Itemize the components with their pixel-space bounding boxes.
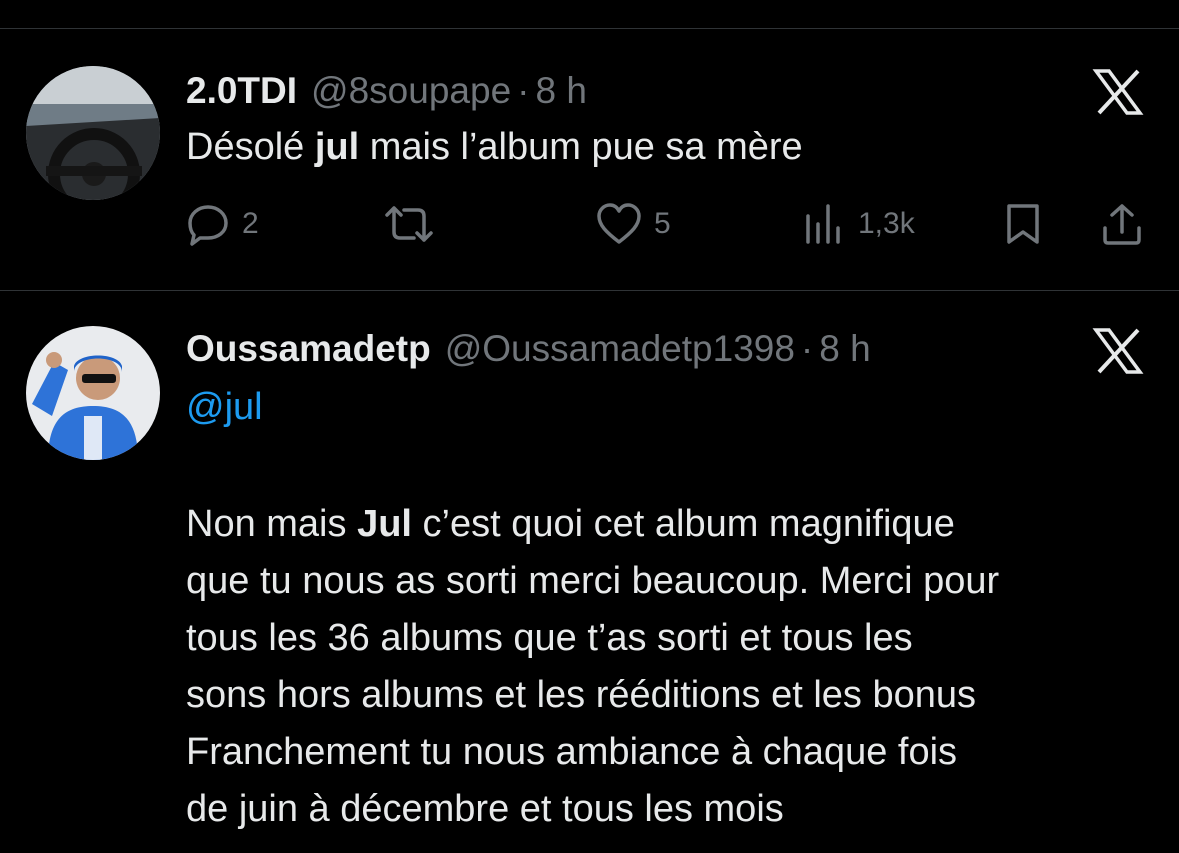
tweet-text-bold: jul [314, 126, 360, 168]
avatar[interactable] [26, 66, 160, 200]
reply-count: 2 [242, 207, 259, 240]
timeline: 2.0TDI @8soupape · 8 h Désolé jul mais l… [0, 0, 1179, 853]
retweet-icon [385, 206, 433, 242]
reply-icon [188, 205, 228, 246]
share-button[interactable] [1100, 202, 1144, 246]
tweet-text: Non mais Jul c’est quoi cet album magnif… [186, 496, 999, 838]
tweet-1[interactable]: 2.0TDI @8soupape · 8 h Désolé jul mais l… [0, 0, 1179, 290]
separator: · [800, 328, 814, 369]
user-handle[interactable]: @8soupape [311, 70, 511, 112]
mention-line: @jul [186, 379, 263, 436]
timestamp[interactable]: 8 h [819, 328, 870, 370]
text-line: de juin à décembre et tous les mois [186, 788, 784, 830]
like-count: 5 [654, 207, 671, 240]
heart-icon [597, 203, 641, 244]
text-line: que tu nous as sorti merci beaucoup. Mer… [186, 560, 1000, 602]
text-part: Non mais [186, 503, 358, 545]
tweet-header: Oussamadetp @Oussamadetp1398 · 8 h [186, 328, 871, 370]
text-line: Franchement tu nous ambiance à chaque fo… [186, 731, 958, 773]
x-logo-icon[interactable] [1092, 68, 1144, 116]
text-line: tous les 36 albums que t’as sorti et tou… [186, 617, 913, 659]
car-steering-wheel-photo-icon [26, 66, 160, 200]
views-chart-icon [806, 204, 840, 244]
tweet-2[interactable]: Oussamadetp @Oussamadetp1398 · 8 h @jul … [0, 291, 1179, 853]
avatar[interactable] [26, 326, 160, 460]
share-icon [1103, 204, 1141, 245]
user-handle[interactable]: @Oussamadetp1398 [445, 328, 795, 370]
tweet-actions: 2 5 1,3k [186, 200, 1146, 250]
views-count: 1,3k [858, 207, 915, 240]
bookmark-icon [1007, 204, 1039, 244]
bookmark-button[interactable] [1003, 202, 1043, 246]
timestamp[interactable]: 8 h [535, 70, 586, 112]
x-logo-icon[interactable] [1092, 327, 1144, 375]
retweet-button[interactable] [384, 202, 434, 246]
mention-link[interactable]: @jul [186, 386, 263, 428]
views-button[interactable]: 1,3k [804, 202, 915, 246]
reply-button[interactable]: 2 [186, 202, 259, 246]
text-part: c’est quoi cet album magnifique [411, 503, 955, 545]
like-button[interactable]: 5 [596, 202, 671, 246]
text-bold: Jul [357, 503, 412, 545]
display-name[interactable]: 2.0TDI [186, 70, 297, 112]
display-name[interactable]: Oussamadetp [186, 328, 431, 370]
tweet-text-part: Désolé [186, 126, 315, 168]
tweet-header: 2.0TDI @8soupape · 8 h [186, 70, 587, 112]
text-line: Non mais Jul c’est quoi cet album magnif… [186, 496, 999, 553]
text-line: sons hors albums et les rééditions et le… [186, 674, 976, 716]
tweet-text: Désolé jul mais l’album pue sa mère [186, 119, 803, 176]
separator: · [517, 70, 530, 111]
person-blue-outfit-photo-icon [26, 326, 160, 460]
tweet-text-part: mais l’album pue sa mère [359, 126, 803, 168]
